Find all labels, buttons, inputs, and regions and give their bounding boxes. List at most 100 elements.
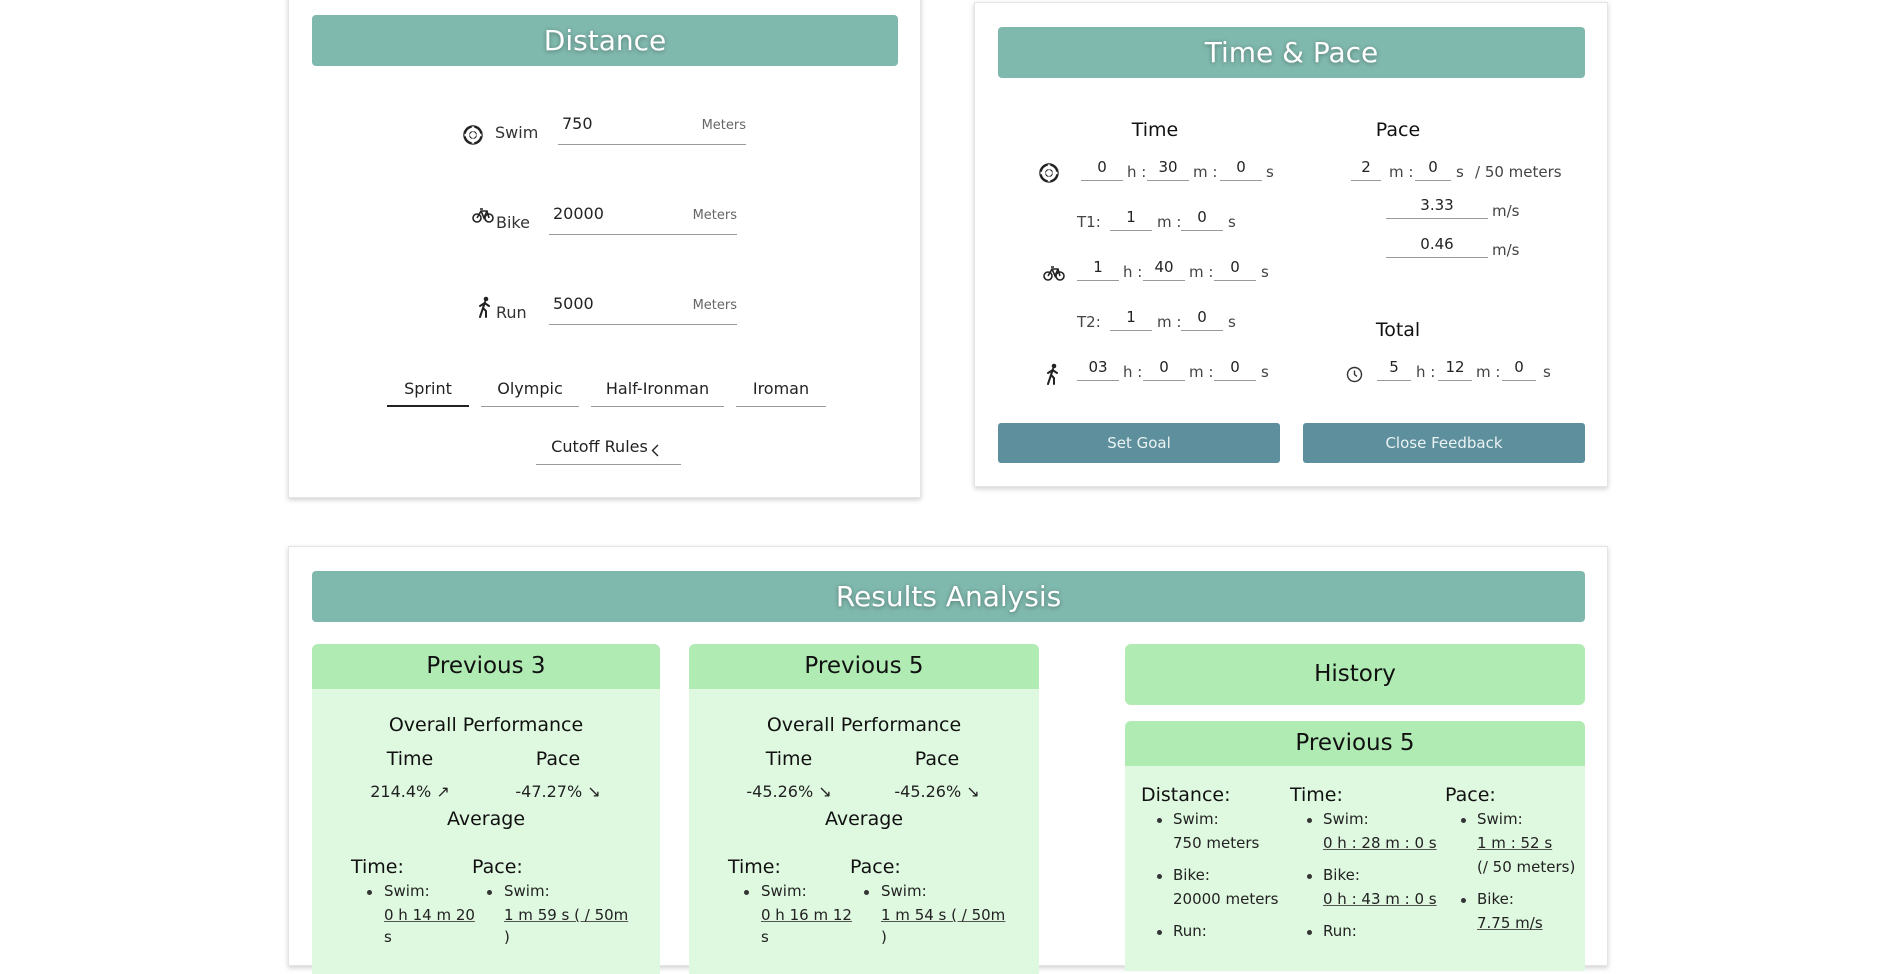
cutoff-rules-toggle[interactable]: Cutoff Rules	[536, 433, 681, 465]
bike-pace-unit: m/s	[1492, 202, 1520, 220]
bike-minutes-input[interactable]: 40	[1143, 257, 1185, 281]
swim-seconds-unit: s	[1266, 163, 1274, 181]
history-time-label: Time:	[1290, 784, 1343, 806]
history-pace-label: Pace:	[1445, 784, 1496, 806]
prev3-swim-pace-label: Swim:	[504, 882, 550, 900]
total-minutes-unit: m :	[1476, 363, 1501, 381]
swim-hours-unit: h :	[1127, 163, 1147, 181]
history-previous-5-title: Previous 5	[1125, 721, 1585, 766]
run-distance-value: 5000	[553, 294, 594, 313]
total-hours-unit: h :	[1416, 363, 1436, 381]
swim-pace-minutes-unit: m :	[1389, 163, 1414, 181]
t2-minutes-unit: m :	[1157, 313, 1182, 331]
run-hours-input[interactable]: 03	[1077, 357, 1119, 381]
history-distance-label: Distance:	[1141, 784, 1231, 806]
prev5-overall-label: Overall Performance	[766, 714, 962, 736]
history-time-bike-label: Bike:	[1323, 866, 1360, 884]
bike-seconds-input[interactable]: 0	[1214, 257, 1256, 281]
cutoff-rules-label: Cutoff Rules	[551, 437, 648, 456]
results-title: Results Analysis	[312, 571, 1585, 622]
previous-5-panel: Previous 5 Overall Performance Time Pace…	[689, 644, 1039, 974]
run-seconds-unit: s	[1261, 363, 1269, 381]
bike-icon	[472, 208, 494, 223]
total-seconds-input[interactable]: 0	[1502, 357, 1536, 381]
swim-hours-input[interactable]: 0	[1081, 157, 1123, 181]
prev5-swim-time-value-cont: s	[761, 928, 769, 946]
t1-seconds-unit: s	[1228, 213, 1236, 231]
prev3-swim-pace-value-cont: )	[504, 928, 510, 946]
run-distance-input[interactable]: 5000 Meters	[549, 292, 737, 325]
bullet	[744, 890, 749, 895]
results-card: Results Analysis Previous 3 Overall Perf…	[288, 546, 1608, 974]
t2-seconds-input[interactable]: 0	[1181, 307, 1223, 331]
preset-tab-half-ironman[interactable]: Half-Ironman	[591, 375, 724, 407]
t1-minutes-input[interactable]: 1	[1110, 207, 1152, 231]
bike-distance-input[interactable]: 20000 Meters	[549, 202, 737, 235]
pace-header: Pace	[1375, 119, 1421, 141]
history-title: History	[1314, 661, 1396, 687]
set-goal-button[interactable]: Set Goal	[998, 423, 1280, 463]
history-pace-bike-value: 7.75 m/s	[1477, 914, 1543, 932]
distance-card: Distance Swim 750 Meters Bike 20000 Mete…	[288, 0, 921, 498]
preset-tab-ironman[interactable]: Iroman	[736, 375, 826, 407]
swim-label: Swim	[495, 123, 539, 142]
bullet	[1157, 818, 1162, 823]
bullet	[1307, 874, 1312, 879]
bike-hours-unit: h :	[1123, 263, 1143, 281]
prev5-average-label: Average	[824, 808, 904, 830]
swim-pace-minutes-input[interactable]: 2	[1351, 157, 1381, 181]
prev5-swim-pace-value-cont: )	[881, 928, 887, 946]
swim-pace-seconds-input[interactable]: 0	[1415, 157, 1451, 181]
time-pace-title: Time & Pace	[998, 27, 1585, 78]
run-hours-unit: h :	[1123, 363, 1143, 381]
history-pace-bike-label: Bike:	[1477, 890, 1514, 908]
prev3-time-change: 214.4% ↗	[370, 782, 450, 801]
prev3-average-label: Average	[446, 808, 526, 830]
history-time-run-label: Run:	[1323, 922, 1357, 940]
t1-seconds-input[interactable]: 0	[1181, 207, 1223, 231]
bullet	[1461, 818, 1466, 823]
swim-minutes-input[interactable]: 30	[1147, 157, 1189, 181]
history-previous-5-panel: Previous 5 Distance: Swim: 750 meters Bi…	[1125, 721, 1585, 971]
prev5-swim-pace-label: Swim:	[881, 882, 927, 900]
swim-minutes-unit: m :	[1193, 163, 1218, 181]
prev5-swim-time-label: Swim:	[761, 882, 807, 900]
time-header: Time	[1131, 119, 1179, 141]
run-minutes-input[interactable]: 0	[1143, 357, 1185, 381]
preset-tab-sprint[interactable]: Sprint	[387, 375, 469, 407]
bullet	[1307, 818, 1312, 823]
history-dist-swim-value: 750 meters	[1173, 834, 1260, 852]
bike-minutes-unit: m :	[1189, 263, 1214, 281]
t2-minutes-input[interactable]: 1	[1110, 307, 1152, 331]
swim-pace-unit: / 50 meters	[1475, 163, 1562, 181]
prev5-avg-time-label: Time:	[728, 856, 781, 878]
run-distance-unit: Meters	[692, 298, 737, 313]
swim-distance-input[interactable]: 750 Meters	[558, 112, 746, 145]
bike-pace-input[interactable]: 3.33	[1386, 195, 1488, 219]
bike-label: Bike	[496, 213, 530, 232]
prev3-swim-pace-value: 1 m 59 s ( / 50m	[504, 906, 629, 924]
prev5-avg-pace-label: Pace:	[850, 856, 901, 878]
bullet	[487, 890, 492, 895]
bullet	[367, 890, 372, 895]
close-feedback-button[interactable]: Close Feedback	[1303, 423, 1585, 463]
total-hours-input[interactable]: 5	[1377, 357, 1411, 381]
run-minutes-unit: m :	[1189, 363, 1214, 381]
run-label: Run	[496, 303, 527, 322]
run-pace-input[interactable]: 0.46	[1386, 234, 1488, 258]
prev3-pace-change: -47.27% ↘	[515, 782, 601, 801]
total-seconds-unit: s	[1543, 363, 1551, 381]
history-dist-run-label: Run:	[1173, 922, 1207, 940]
total-minutes-input[interactable]: 12	[1438, 357, 1472, 381]
prev5-time-change: -45.26% ↘	[746, 782, 832, 801]
history-dist-swim-label: Swim:	[1173, 810, 1219, 828]
preset-tab-olympic[interactable]: Olympic	[481, 375, 579, 407]
bike-distance-unit: Meters	[692, 208, 737, 223]
prev5-pace-label: Pace	[914, 748, 960, 770]
prev3-avg-time-label: Time:	[351, 856, 404, 878]
bike-hours-input[interactable]: 1	[1077, 257, 1119, 281]
t1-label: T1:	[1077, 213, 1101, 231]
swim-ring-icon	[1039, 163, 1059, 183]
run-seconds-input[interactable]: 0	[1214, 357, 1256, 381]
swim-seconds-input[interactable]: 0	[1220, 157, 1262, 181]
